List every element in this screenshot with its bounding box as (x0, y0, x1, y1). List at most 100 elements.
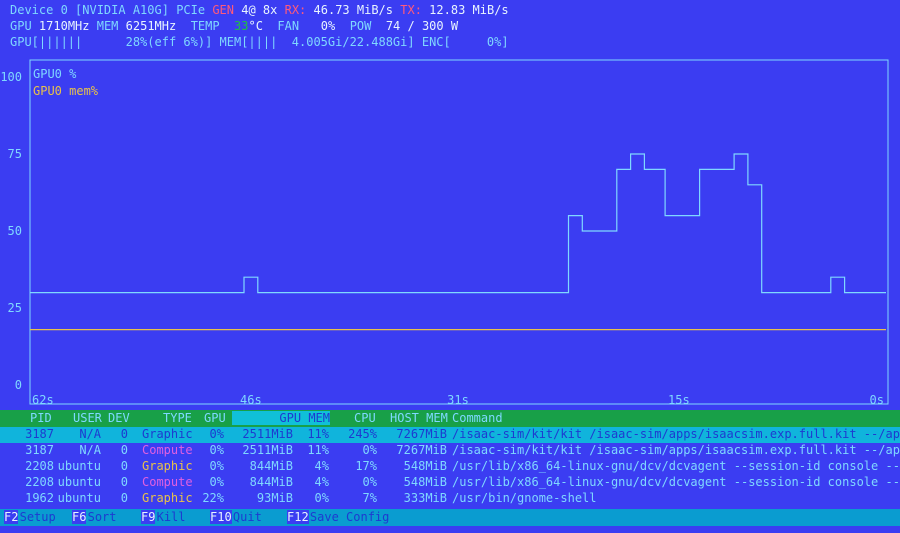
enc-usage-bar: ENC[ 0%] (421, 35, 509, 49)
cell-user: ubuntu (57, 475, 101, 489)
fkey-sort[interactable]: F6 (72, 510, 87, 524)
cell-gpu-mem-pct: 0% (314, 491, 329, 505)
cell-gpu: 0% (209, 427, 224, 441)
col-cpu[interactable]: CPU (354, 411, 376, 425)
process-row[interactable]: 2208 ubuntu 0 Compute 0% 844MiB 4% 0% 548MiB/usr… (0, 475, 900, 491)
cell-command: /isaac-sim/kit/kit /isaac-sim/apps/isaac… (452, 443, 900, 457)
cell-type: Graphic (142, 427, 193, 441)
cell-user: N/A (79, 427, 101, 441)
cell-gpu-mem-pct: 4% (314, 475, 329, 489)
fkey-label-quit[interactable]: Quit (233, 510, 262, 524)
process-row[interactable]: 3187 N/A 0 Graphic 0% 2511MiB 11% 245% 7267MiB/i… (0, 427, 900, 443)
cell-command: /usr/bin/gnome-shell (452, 491, 597, 505)
legend-entry: GPU0 mem% (33, 84, 99, 98)
fan-label: FAN (277, 19, 300, 33)
y-tick-label: 0 (15, 378, 22, 392)
cell-user: N/A (79, 443, 101, 457)
cell-host-mem: 548MiB (403, 459, 447, 473)
legend-entry: GPU0 % (33, 67, 77, 81)
device-status-line: Device 0 [NVIDIA A10G] PCIe GEN 4@ 8x RX… (10, 2, 509, 18)
device-name: Device 0 [NVIDIA A10G] (10, 3, 169, 17)
y-tick-label: 100 (0, 70, 22, 84)
col-pid[interactable]: PID (30, 411, 52, 425)
cell-type: Compute (142, 475, 193, 489)
cell-cpu: 7% (362, 491, 377, 505)
col-command[interactable]: Command (452, 411, 503, 425)
process-table-header: PID USER DEV TYPE GPU GPU MEM CPU HOST M… (0, 410, 900, 427)
tx-label: TX: (400, 3, 422, 17)
col-dev[interactable]: DEV (108, 411, 130, 425)
cell-cpu: 0% (362, 443, 377, 457)
x-tick-label: 62s (32, 393, 54, 407)
gpu-clock-label: GPU (10, 19, 32, 33)
temp-label: TEMP (190, 19, 220, 33)
cell-pid: 3187 (25, 427, 54, 441)
mem-clock-value: 6251MHz (125, 19, 177, 33)
mem-clock-label: MEM (96, 19, 119, 33)
cell-gpu: 0% (209, 459, 224, 473)
gpu-status-line: GPU 1710MHz MEM 6251MHz TEMP 33°C FAN 0%… (10, 18, 458, 34)
col-gpu-mem[interactable]: GPU MEM (232, 411, 330, 425)
mem-usage-bar: MEM[|||| 4.005Gi/22.488Gi] (219, 35, 415, 49)
series-line (30, 153, 886, 294)
cell-host-mem: 333MiB (403, 491, 447, 505)
cell-command: /usr/lib/x86_64-linux-gnu/dcv/dcvagent -… (452, 475, 900, 489)
y-tick-label: 25 (8, 301, 22, 315)
cell-gpu-mem: 93MiB (256, 491, 293, 505)
fkey-label-sort[interactable]: Sort (88, 510, 117, 524)
process-row[interactable]: 2208 ubuntu 0 Graphic 0% 844MiB 4% 17% 548MiB/us… (0, 459, 900, 475)
cell-gpu-mem-pct: 11% (307, 427, 329, 441)
function-key-bar: F2 Setup F6 Sort F9 Kill F10 Quit F12 Save Config (0, 509, 900, 526)
cell-pid: 3187 (25, 443, 54, 457)
col-gpu[interactable]: GPU (204, 411, 226, 425)
cell-host-mem: 7267MiB (396, 443, 447, 457)
pcie-label: PCIe (176, 3, 206, 17)
cell-type: Graphic (142, 491, 193, 505)
cell-dev: 0 (120, 475, 128, 489)
cell-gpu-mem: 2511MiB (242, 443, 293, 457)
cell-dev: 0 (120, 459, 128, 473)
x-tick-label: 46s (240, 393, 262, 407)
cell-cpu: 0% (362, 475, 377, 489)
fkey-setup[interactable]: F2 (4, 510, 19, 524)
cell-gpu: 22% (202, 491, 224, 505)
process-row[interactable]: 1962 ubuntu 0 Graphic 22% 93MiB 0% 7% 333MiB/usr… (0, 491, 900, 507)
col-host-mem[interactable]: HOST MEM (390, 411, 448, 425)
fkey-quit[interactable]: F10 (210, 510, 232, 524)
x-tick-label: 31s (447, 393, 469, 407)
gen-label: GEN (212, 3, 235, 17)
fkey-save-config[interactable]: F12 (287, 510, 309, 524)
bars-status-line: GPU[|||||| 28%(eff 6%)] MEM[|||| 4.005Gi… (10, 34, 509, 50)
cell-dev: 0 (120, 427, 128, 441)
cell-pid: 2208 (25, 475, 54, 489)
cell-pid: 2208 (25, 459, 54, 473)
cell-dev: 0 (120, 443, 128, 457)
process-row[interactable]: 3187 N/A 0 Compute 0% 2511MiB 11% 0% 7267MiB/isa… (0, 443, 900, 459)
fkey-kill[interactable]: F9 (141, 510, 156, 524)
gpu-usage-chart: 100 75 50 25 0 62s 46s 31s 15s 0s GPU0 % GPU0 mem… (0, 59, 889, 407)
chart-frame (29, 59, 889, 405)
cell-user: ubuntu (57, 491, 101, 505)
fkey-label-kill[interactable]: Kill (157, 510, 186, 524)
gen-value: 4@ 8x (241, 3, 278, 17)
rx-value: 46.73 MiB/s (313, 3, 394, 17)
cell-type: Graphic (142, 459, 193, 473)
pow-label: POW (349, 19, 372, 33)
cell-gpu-mem: 844MiB (249, 475, 293, 489)
x-tick-label: 0s (870, 393, 884, 407)
cell-gpu-mem-pct: 4% (314, 459, 329, 473)
cell-command: /isaac-sim/kit/kit /isaac-sim/apps/isaac… (452, 427, 900, 441)
cell-host-mem: 7267MiB (396, 427, 447, 441)
col-type[interactable]: TYPE (163, 411, 192, 425)
cell-gpu-mem-pct: 11% (307, 443, 329, 457)
fkey-label-setup[interactable]: Setup (20, 510, 56, 524)
col-user[interactable]: USER (73, 411, 102, 425)
rx-label: RX: (284, 3, 307, 17)
cell-gpu: 0% (209, 443, 224, 457)
tx-value: 12.83 MiB/s (429, 3, 509, 17)
fkey-label-save-config[interactable]: Save Config (310, 510, 389, 524)
cell-gpu-mem: 844MiB (249, 459, 293, 473)
cell-gpu-mem: 2511MiB (242, 427, 293, 441)
gpu-usage-bar: GPU[|||||| 28%(eff 6%)] (10, 35, 213, 49)
temp-value: 33 (234, 19, 249, 33)
